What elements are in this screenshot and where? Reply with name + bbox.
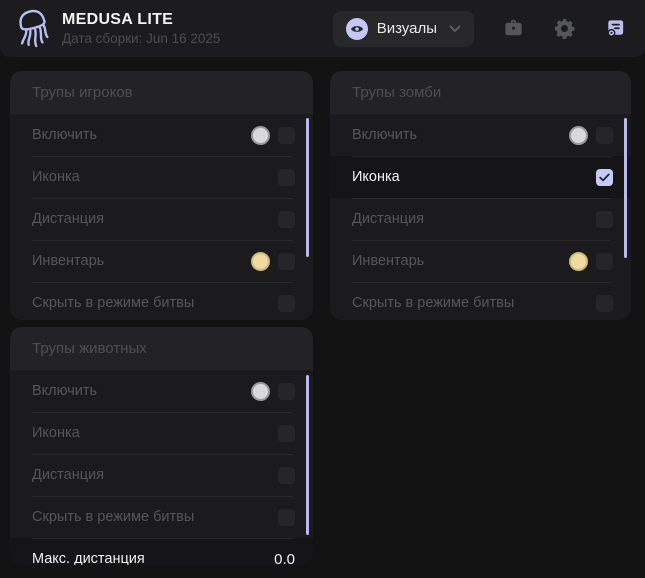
- color-swatch[interactable]: [251, 252, 270, 271]
- row-label: Инвентарь: [32, 253, 104, 269]
- scrollbar-thumb[interactable]: [306, 118, 309, 257]
- settings-row[interactable]: Дистанция: [10, 454, 313, 496]
- panel-title: Трупы игроков: [32, 84, 133, 101]
- row-label: Включить: [32, 383, 97, 399]
- settings-row[interactable]: Иконка: [10, 412, 313, 454]
- checkbox[interactable]: [278, 425, 295, 442]
- settings-row[interactable]: Иконка: [330, 156, 631, 198]
- row-label: Скрыть в режиме битвы: [32, 295, 194, 311]
- color-swatch[interactable]: [251, 382, 270, 401]
- panel-title: Трупы зомби: [352, 84, 441, 101]
- panel-rows: Включить Иконка Дистанция Скрыть в режиме б…: [10, 370, 313, 565]
- checkbox[interactable]: [278, 211, 295, 228]
- eye-icon: [346, 18, 368, 40]
- row-label: Дистанция: [352, 211, 424, 227]
- settings-row[interactable]: Макс. дистанция 0.0: [10, 538, 313, 565]
- checkbox[interactable]: [278, 253, 295, 270]
- chevron-down-icon: [449, 25, 461, 33]
- row-label: Иконка: [352, 169, 400, 185]
- color-swatch[interactable]: [569, 252, 588, 271]
- settings-row[interactable]: Включить: [330, 114, 631, 156]
- row-value[interactable]: 0.0: [274, 551, 295, 566]
- panel-player-corpses: Трупы игроков Включить Иконка Дистанция Инв…: [10, 71, 313, 320]
- settings-row[interactable]: Инвентарь: [330, 240, 631, 282]
- checkbox[interactable]: [596, 253, 613, 270]
- row-label: Включить: [32, 127, 97, 143]
- scrollbar-thumb[interactable]: [306, 375, 309, 535]
- medusa-jellyfish-logo: [13, 6, 55, 52]
- settings-row[interactable]: Включить: [10, 370, 313, 412]
- checkbox[interactable]: [596, 127, 613, 144]
- topbar: MEDUSA LITE Дата сборки: Jun 16 2025 Виз…: [0, 0, 645, 57]
- settings-row[interactable]: Инвентарь: [10, 240, 313, 282]
- settings-row[interactable]: Дистанция: [10, 198, 313, 240]
- row-label: Дистанция: [32, 211, 104, 227]
- panel-rows: Включить Иконка Дистанция Инвентарь Скрыть в…: [330, 114, 631, 320]
- settings-row[interactable]: Иконка: [10, 156, 313, 198]
- color-swatch[interactable]: [569, 126, 588, 145]
- scrollbar-thumb[interactable]: [624, 118, 627, 258]
- checkbox[interactable]: [278, 295, 295, 312]
- row-label: Включить: [352, 127, 417, 143]
- row-label: Макс. дистанция: [32, 551, 145, 565]
- row-label: Скрыть в режиме битвы: [352, 295, 514, 311]
- checkbox[interactable]: [596, 211, 613, 228]
- briefcase-icon[interactable]: [501, 17, 525, 41]
- color-swatch[interactable]: [251, 126, 270, 145]
- panel-animal-corpses: Трупы животных Включить Иконка Дистанция Ск…: [10, 327, 313, 565]
- checkbox[interactable]: [278, 467, 295, 484]
- visuals-menu-label: Визуалы: [377, 20, 437, 37]
- checkbox-checked[interactable]: [596, 169, 613, 186]
- visuals-menu-button[interactable]: Визуалы: [333, 11, 474, 47]
- panel-rows: Включить Иконка Дистанция Инвентарь Скрыть в…: [10, 114, 313, 320]
- settings-row[interactable]: Скрыть в режиме битвы: [330, 282, 631, 320]
- settings-row[interactable]: Дистанция: [330, 198, 631, 240]
- row-label: Скрыть в режиме битвы: [32, 509, 194, 525]
- build-date: Дата сборки: Jun 16 2025: [62, 31, 220, 46]
- row-label: Иконка: [32, 425, 80, 441]
- row-label: Иконка: [32, 169, 80, 185]
- checkbox[interactable]: [278, 383, 295, 400]
- settings-row[interactable]: Включить: [10, 114, 313, 156]
- panel-zombie-corpses: Трупы зомби Включить Иконка Дистанция Инвен…: [330, 71, 631, 320]
- checkbox[interactable]: [278, 127, 295, 144]
- row-label: Дистанция: [32, 467, 104, 483]
- checkbox[interactable]: [278, 169, 295, 186]
- gear-icon[interactable]: [552, 17, 576, 41]
- license-card-icon[interactable]: [603, 17, 627, 41]
- app-title: MEDUSA LITE: [62, 11, 220, 29]
- settings-row[interactable]: Скрыть в режиме битвы: [10, 496, 313, 538]
- title-block: MEDUSA LITE Дата сборки: Jun 16 2025: [62, 11, 220, 46]
- panel-title: Трупы животных: [32, 340, 147, 357]
- checkbox[interactable]: [278, 509, 295, 526]
- topbar-actions: Визуалы: [333, 0, 627, 57]
- settings-row[interactable]: Скрыть в режиме битвы: [10, 282, 313, 320]
- row-label: Инвентарь: [352, 253, 424, 269]
- checkbox[interactable]: [596, 295, 613, 312]
